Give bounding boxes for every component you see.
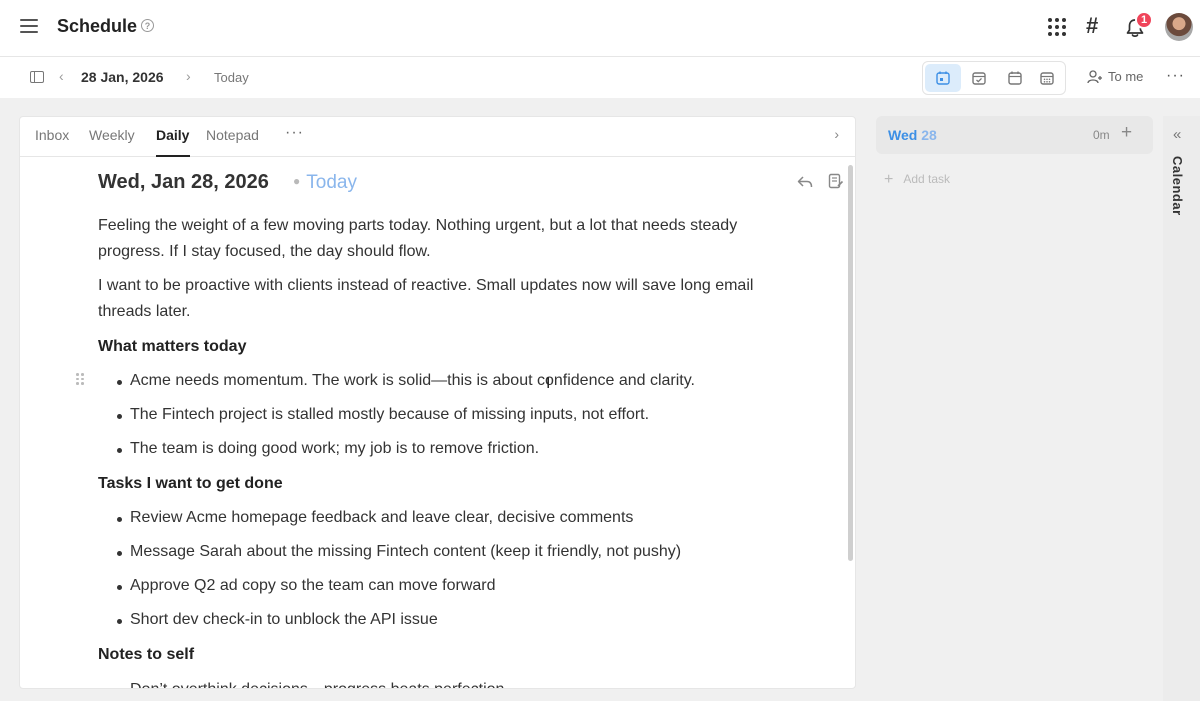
help-icon[interactable]: ? — [141, 19, 154, 32]
text-cursor-icon: I — [546, 375, 551, 392]
notifications-button[interactable]: 1 — [1124, 11, 1153, 40]
plus-icon: + — [884, 171, 894, 188]
double-chevron-left-icon[interactable]: « — [1173, 126, 1181, 143]
active-tab-indicator — [156, 155, 190, 157]
list-item[interactable]: Approve Q2 ad copy so the team can move … — [117, 577, 496, 595]
date-toolbar: ‹ 28 Jan, 2026 › Today To me ··· — [0, 57, 1200, 98]
separator-dot: ● — [293, 174, 301, 188]
reply-icon[interactable] — [797, 175, 813, 189]
paragraph[interactable]: I want to be proactive with clients inst… — [98, 273, 758, 325]
today-tag: ● Today — [293, 172, 357, 194]
menu-icon[interactable] — [20, 19, 38, 35]
view-switcher — [922, 61, 1066, 95]
tab-bar: Inbox Weekly Daily Notepad ··· › — [20, 117, 855, 157]
scrollbar[interactable] — [848, 165, 853, 561]
add-task-button[interactable]: + Add task — [884, 171, 950, 189]
current-date: 28 Jan, 2026 — [81, 69, 164, 85]
calendar-day-icon — [936, 71, 950, 85]
note-edit-icon[interactable] — [828, 173, 844, 189]
tab-inbox[interactable]: Inbox — [35, 127, 69, 143]
day-name: Wed — [888, 127, 918, 143]
user-add-icon — [1087, 69, 1102, 83]
drag-handle-icon[interactable] — [76, 373, 84, 385]
assignee-filter-label: To me — [1108, 69, 1144, 84]
list-item[interactable]: Don’t overthink decisions—progress beats… — [130, 681, 504, 688]
list-item[interactable]: Acme needs momentum. The work is solid—t… — [117, 372, 695, 390]
today-tag-label: Today — [306, 172, 357, 193]
notification-badge: 1 — [1135, 11, 1153, 29]
list-item[interactable]: Message Sarah about the missing Fintech … — [116, 543, 681, 561]
calendar-strip-label[interactable]: Calendar — [1170, 156, 1185, 216]
apps-grid-icon[interactable] — [1048, 18, 1066, 36]
day-view-button[interactable] — [925, 64, 961, 92]
paragraph[interactable]: Feeling the weight of a few moving parts… — [98, 213, 758, 265]
task-view-button[interactable] — [961, 64, 997, 92]
day-duration: 0m — [1093, 128, 1110, 142]
chevron-right-icon[interactable]: › — [834, 126, 839, 142]
page-title: Schedule — [57, 16, 138, 36]
tab-daily[interactable]: Daily — [156, 127, 189, 143]
chevron-left-icon[interactable]: ‹ — [59, 68, 64, 84]
day-label: Wed 28 — [888, 127, 937, 143]
tab-notepad[interactable]: Notepad — [206, 127, 259, 143]
list-item[interactable]: Review Acme homepage feedback and leave … — [116, 509, 633, 527]
avatar[interactable] — [1165, 13, 1193, 41]
today-button[interactable]: Today — [214, 70, 249, 85]
tab-weekly[interactable]: Weekly — [89, 127, 135, 143]
week-view-button[interactable] — [997, 64, 1033, 92]
day-column-header: Wed 28 0m + — [876, 116, 1153, 154]
calendar-check-icon — [972, 72, 986, 85]
section-heading[interactable]: What matters today — [98, 338, 246, 356]
plus-icon[interactable]: + — [1121, 122, 1132, 144]
top-bar: Schedule ? # 1 — [0, 0, 1200, 57]
document-title: Wed, Jan 28, 2026 — [98, 171, 269, 193]
assignee-filter-button[interactable]: To me — [1087, 69, 1143, 84]
daily-notes-panel: Inbox Weekly Daily Notepad ··· › Wed, Ja… — [19, 116, 856, 689]
more-options-icon[interactable]: ··· — [1166, 67, 1185, 85]
day-date: 28 — [921, 127, 937, 143]
add-task-label: Add task — [903, 172, 951, 186]
sidebar-toggle-icon[interactable] — [30, 71, 44, 83]
list-item[interactable]: The Fintech project is stalled mostly be… — [116, 406, 649, 424]
more-tabs-icon[interactable]: ··· — [285, 124, 304, 142]
list-item[interactable]: Short dev check-in to unblock the API is… — [117, 611, 438, 629]
calendar-icon — [1008, 71, 1022, 85]
month-view-button[interactable] — [1029, 64, 1065, 92]
hashtag-icon[interactable]: # — [1086, 13, 1098, 39]
list-item[interactable]: The team is doing good work; my job is t… — [116, 440, 539, 458]
calendar-month-icon — [1040, 72, 1054, 85]
section-heading[interactable]: Notes to self — [98, 646, 194, 664]
chevron-right-icon[interactable]: › — [186, 68, 191, 84]
section-heading[interactable]: Tasks I want to get done — [98, 475, 283, 493]
